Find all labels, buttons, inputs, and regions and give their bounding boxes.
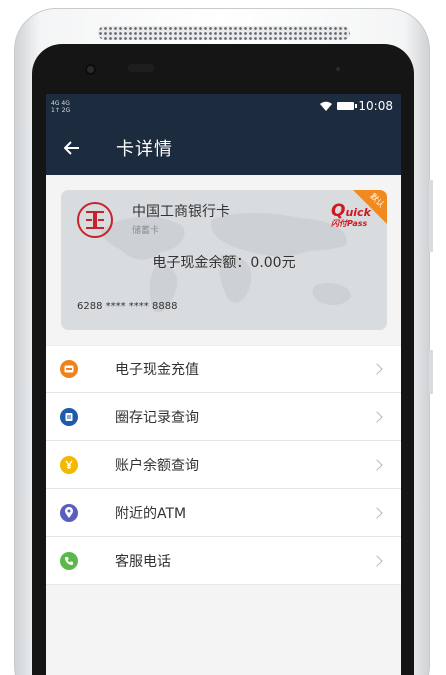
card-type: 储蓄卡: [132, 226, 160, 236]
power-button: [429, 350, 433, 394]
screen: 4G 4G 1↑ 2G 10:08 卡详情 中国工商银行卡 储蓄卡 电子现金余额…: [46, 94, 401, 675]
cash-balance: 电子现金余额：0.00元: [152, 255, 296, 271]
wifi-icon: [320, 101, 333, 111]
chevron-right-icon: [371, 458, 383, 471]
page-title: 卡详情: [116, 139, 173, 160]
action-list: 电子现金充值 圈存记录查询 账户余额查询 附近的ATM 客服电话: [46, 345, 401, 585]
battery-icon: [337, 102, 358, 110]
list-item-label: 附近的ATM: [115, 505, 187, 522]
front-camera: [85, 64, 96, 75]
yuan-coin-icon: [60, 455, 78, 474]
list-item-label: 圈存记录查询: [115, 409, 199, 426]
card-number: 6288 **** **** 8888: [77, 301, 178, 312]
status-right: 10:08: [319, 99, 393, 113]
list-item-customer-service[interactable]: 客服电话: [46, 537, 401, 585]
status-bar: 4G 4G 1↑ 2G 10:08: [46, 94, 401, 121]
clock: 10:08: [358, 99, 393, 113]
proximity-sensor: [128, 64, 154, 72]
icbc-logo: [77, 202, 113, 238]
list-item-balance-query[interactable]: 账户余额查询: [46, 441, 401, 489]
list-item-cash-topup[interactable]: 电子现金充值: [46, 345, 401, 393]
chevron-right-icon: [371, 410, 383, 423]
chevron-right-icon: [371, 506, 383, 519]
list-item-load-records[interactable]: 圈存记录查询: [46, 393, 401, 441]
signal-line-1: 4G 4G: [51, 100, 70, 107]
phone-icon: [60, 551, 78, 570]
record-icon: [60, 407, 78, 426]
volume-button: [429, 180, 433, 252]
back-button[interactable]: [46, 136, 98, 160]
chevron-right-icon: [371, 363, 383, 375]
chevron-right-icon: [371, 554, 383, 567]
phone-frame: 4G 4G 1↑ 2G 10:08 卡详情 中国工商银行卡 储蓄卡 电子现金余额…: [0, 0, 446, 675]
list-item-label: 客服电话: [115, 553, 171, 570]
quickpass-q: Q: [331, 201, 346, 221]
list-item-nearby-atm[interactable]: 附近的ATM: [46, 489, 401, 537]
indicator-dot: [336, 67, 340, 71]
signal-indicator: 4G 4G 1↑ 2G: [51, 100, 70, 114]
bank-name: 中国工商银行卡: [132, 204, 230, 220]
icbc-logo-icon: [86, 211, 104, 229]
speaker-grille: [98, 26, 350, 40]
bank-card[interactable]: 中国工商银行卡 储蓄卡 电子现金余额：0.00元 6288 **** **** …: [61, 190, 387, 330]
arrow-left-icon: [63, 141, 79, 155]
list-item-label: 账户余额查询: [115, 457, 199, 474]
wallet-icon: [60, 360, 78, 378]
list-item-label: 电子现金充值: [115, 362, 199, 378]
app-bar: 卡详情: [46, 121, 401, 175]
signal-line-2: 1↑ 2G: [51, 107, 71, 114]
location-pin-icon: [60, 503, 78, 522]
